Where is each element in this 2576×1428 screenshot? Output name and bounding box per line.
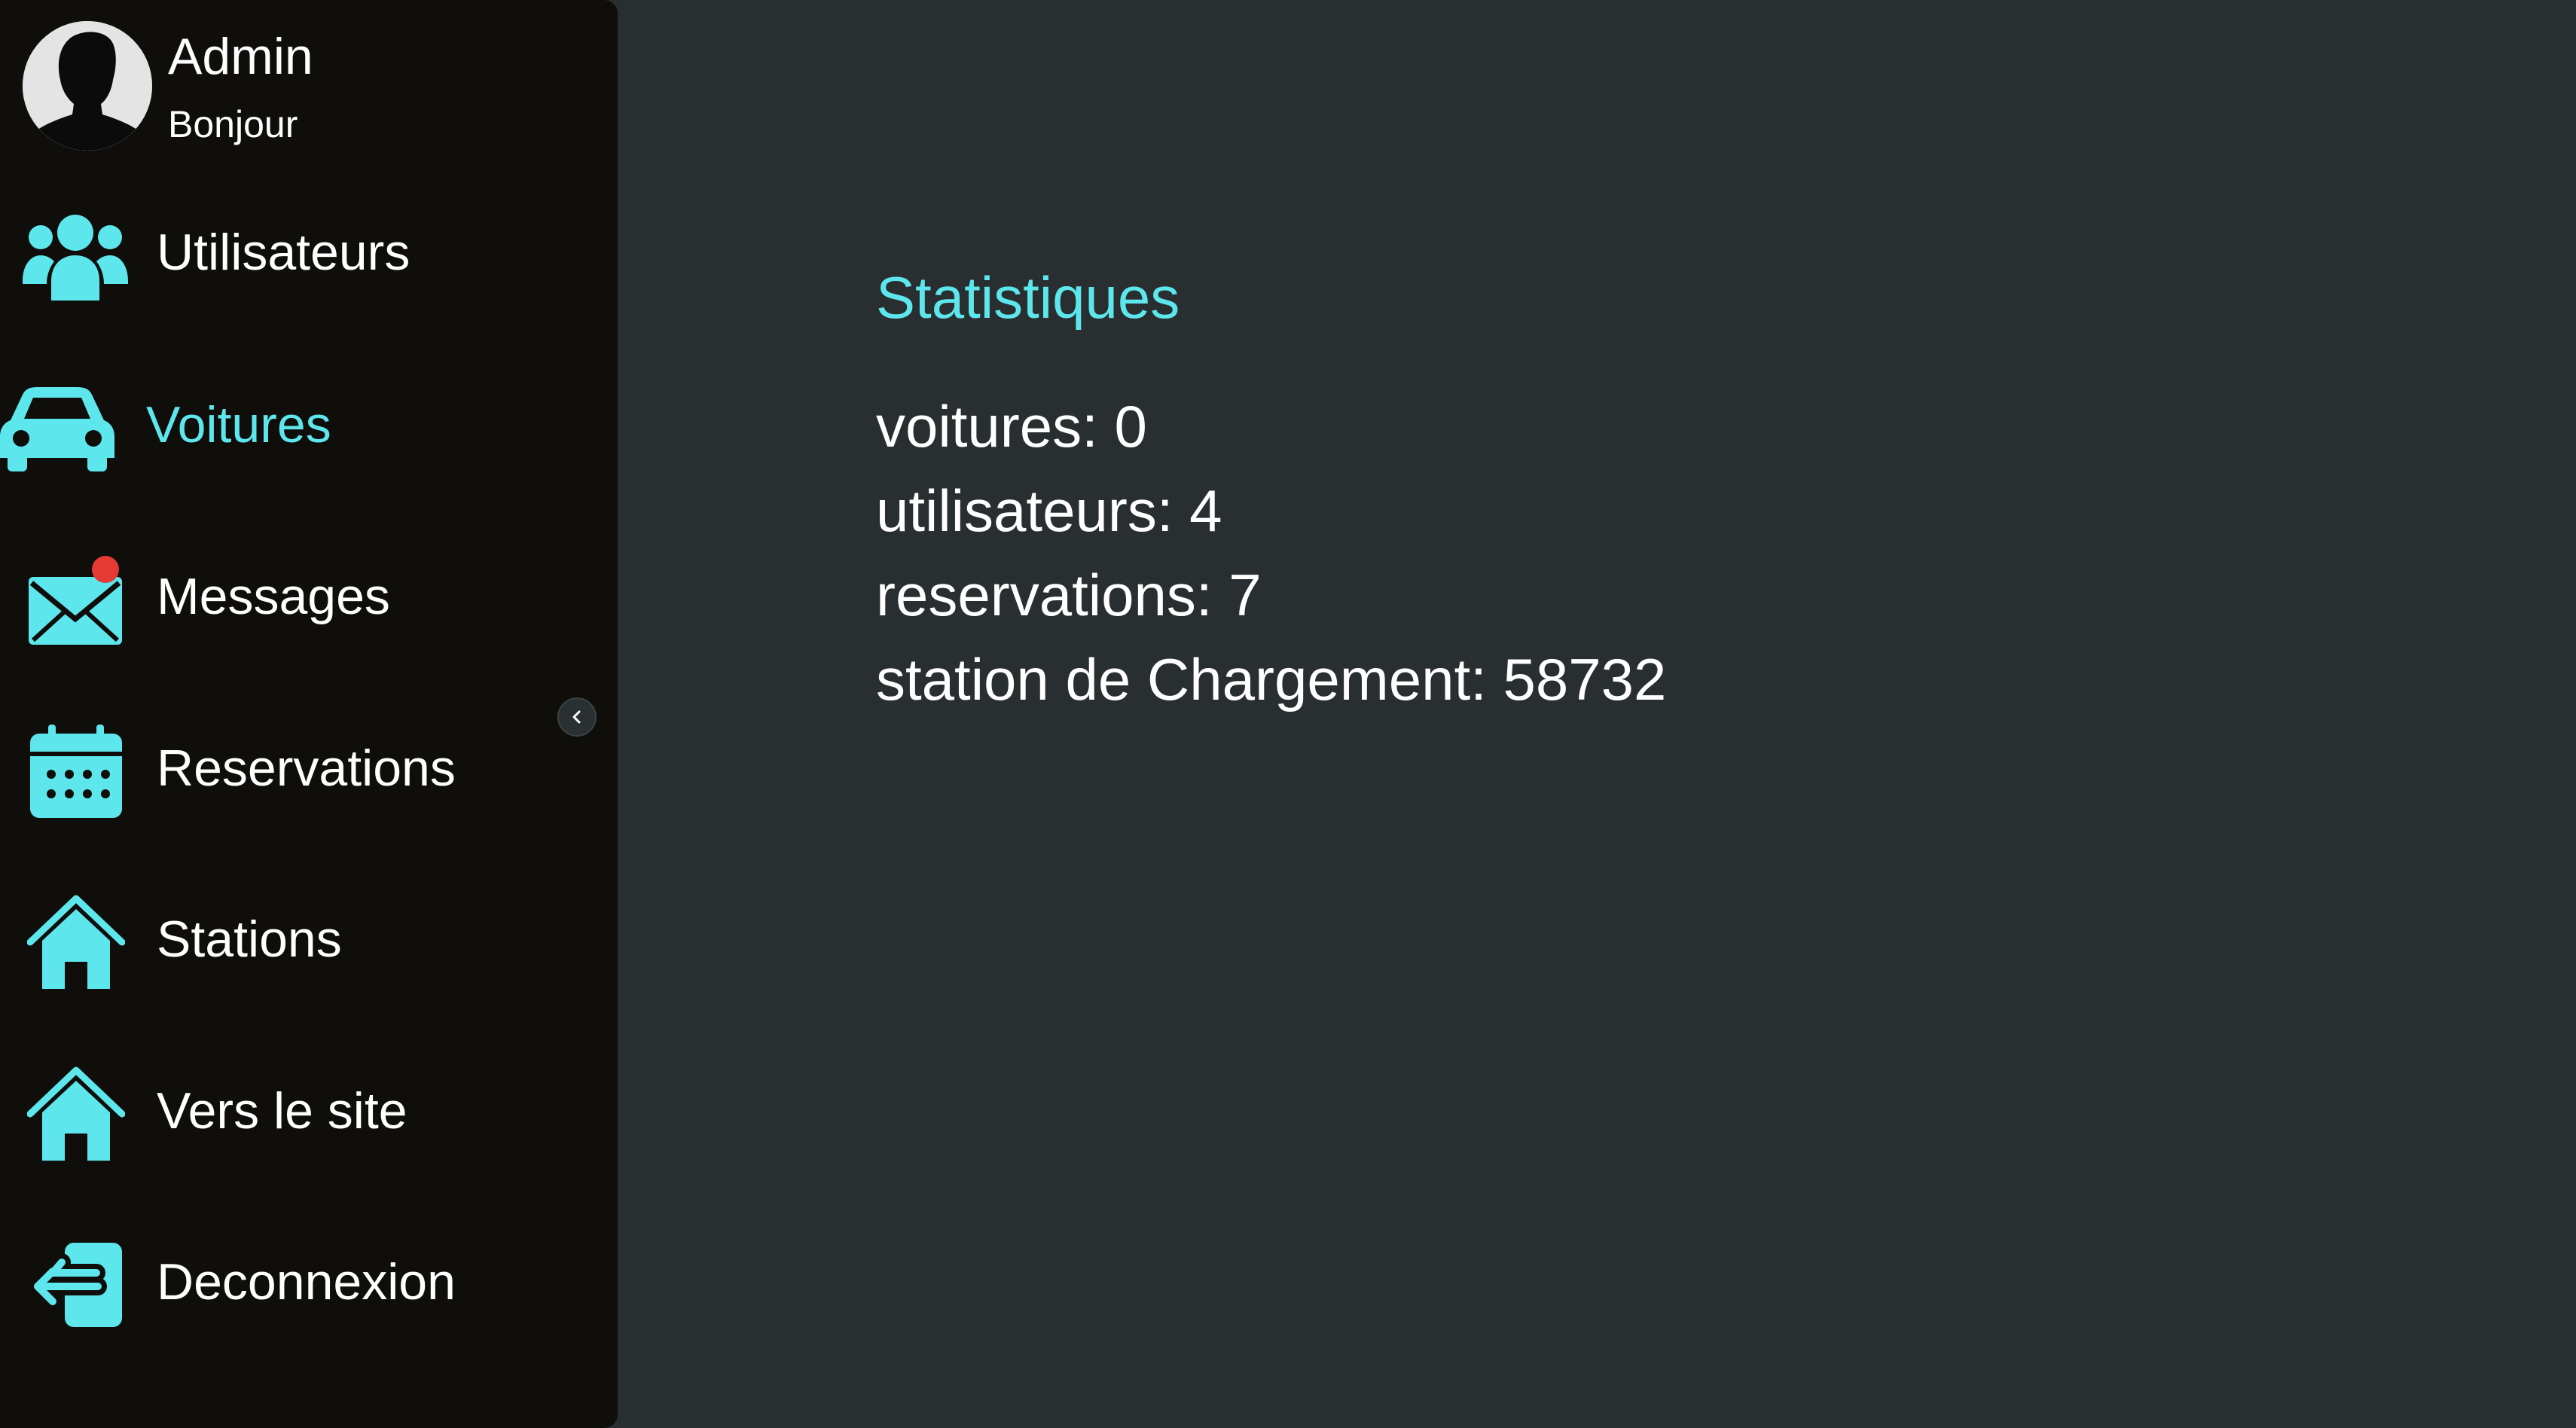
nav-item-messages[interactable]: Messages xyxy=(0,536,572,657)
avatar[interactable] xyxy=(23,21,152,151)
stat-utilisateurs: utilisateurs: 4 xyxy=(876,478,1222,544)
user-greeting: Bonjour xyxy=(168,103,298,145)
user-name: Admin xyxy=(168,28,313,85)
nav-label-voitures: Voitures xyxy=(146,396,331,453)
main-content: Statistiques voitures: 0 utilisateurs: 4… xyxy=(876,256,1666,722)
nav-item-reservations[interactable]: Reservations xyxy=(0,708,572,828)
nav-item-voitures[interactable]: Voitures xyxy=(0,365,572,485)
home-icon xyxy=(27,1066,125,1164)
nav-label-messages: Messages xyxy=(157,568,390,625)
nav-item-vers-le-site[interactable]: Vers le site xyxy=(0,1051,572,1171)
nav-label-stations: Stations xyxy=(157,911,342,968)
collapse-sidebar-button[interactable] xyxy=(557,697,597,737)
home-icon xyxy=(27,894,125,992)
nav-label-deconnexion: Deconnexion xyxy=(157,1253,456,1311)
stat-reservations: reservations: 7 xyxy=(876,562,1262,628)
user-silhouette-icon xyxy=(23,21,152,151)
stats-list: voitures: 0 utilisateurs: 4 reservations… xyxy=(876,384,1666,722)
notification-dot xyxy=(92,556,119,583)
sidebar: Admin Bonjour Utilisateurs Voitures Mess… xyxy=(0,0,618,1428)
nav-label-utilisateurs: Utilisateurs xyxy=(157,224,411,281)
nav-item-stations[interactable]: Stations xyxy=(0,879,572,999)
envelope-icon xyxy=(29,554,128,648)
nav-item-utilisateurs[interactable]: Utilisateurs xyxy=(0,192,572,313)
nav-label-reservations: Reservations xyxy=(157,740,456,797)
logout-icon xyxy=(30,1240,124,1330)
nav-item-deconnexion[interactable]: Deconnexion xyxy=(0,1222,572,1342)
chevron-left-icon xyxy=(572,710,581,724)
stat-voitures: voitures: 0 xyxy=(876,393,1147,459)
stats-title: Statistiques xyxy=(876,264,1180,331)
car-icon xyxy=(0,386,114,473)
calendar-icon xyxy=(30,725,122,818)
users-icon xyxy=(23,212,128,302)
nav-label-vers-le-site: Vers le site xyxy=(157,1082,407,1140)
stat-station-de-chargement: station de Chargement: 58732 xyxy=(876,646,1667,712)
